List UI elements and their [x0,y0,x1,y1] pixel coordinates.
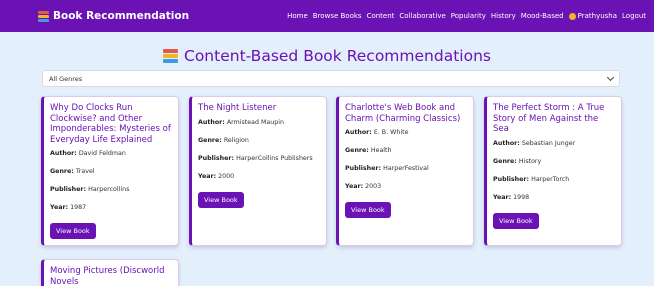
nav-link-mood-based[interactable]: Mood-Based [521,12,564,20]
book-year: Year: 2003 [345,183,382,190]
book-year: Year: 2000 [198,172,235,180]
book-genre: Genre: Religion [198,136,249,144]
book-title[interactable]: Charlotte's Web Book and Charm (Charming… [345,103,466,124]
nav-user[interactable]: Prathyusha [568,12,618,20]
nav-link-popularity[interactable]: Popularity [451,12,486,20]
book-card: The Night Listener Author: Armistead Mau… [189,96,327,246]
book-author: Author: Armistead Maupin [198,118,284,126]
book-author: Author: Sebastian Junger [493,139,576,147]
nav-links: Home Browse Books Content Collaborative … [282,12,646,20]
view-book-button[interactable]: View Book [50,223,96,239]
book-genre: Genre: History [493,157,542,165]
nav-link-history[interactable]: History [491,12,516,20]
view-book-button[interactable]: View Book [493,212,539,229]
user-name: Prathyusha [577,12,618,20]
view-book-button[interactable]: View Book [345,202,391,218]
view-book-button[interactable]: View Book [198,191,244,208]
brand[interactable]: Book Recommendation [38,10,189,22]
book-author: Author: E. B. White [345,129,409,136]
books-icon [163,48,178,64]
navbar: Book Recommendation Home Browse Books Co… [0,0,654,32]
nav-link-content[interactable]: Content [367,12,395,20]
book-publisher: Publisher: Harpercollins [50,186,130,193]
book-title[interactable]: The Perfect Storm : A True Story of Men … [493,103,614,135]
book-publisher: Publisher: HarperTorch [493,175,570,183]
page-title-text: Content-Based Book Recommendations [184,47,491,65]
books-icon [38,10,49,22]
chevron-down-icon [606,73,615,81]
nav-link-browse-books[interactable]: Browse Books [313,12,362,20]
book-card: The Perfect Storm : A True Story of Men … [484,96,622,246]
book-year: Year: 1998 [493,193,530,201]
book-genre: Genre: Travel [50,168,95,175]
book-card: Why Do Clocks Run Clockwise? and Other I… [41,96,179,246]
nav-link-home[interactable]: Home [287,12,308,20]
book-card: Charlotte's Web Book and Charm (Charming… [336,96,474,246]
book-year: Year: 1987 [50,204,87,211]
brand-title: Book Recommendation [53,10,190,22]
genre-select[interactable]: All Genres [42,70,620,87]
genre-select-value: All Genres [49,74,83,83]
nav-link-collaborative[interactable]: Collaborative [399,12,445,20]
book-title[interactable]: Why Do Clocks Run Clockwise? and Other I… [50,103,171,145]
book-title[interactable]: The Night Listener [198,103,319,114]
book-genre: Genre: Health [345,147,392,154]
book-title[interactable]: Moving Pictures (Discworld Novels [50,266,171,286]
page-title: Content-Based Book Recommendations [0,47,654,65]
user-icon [568,12,576,20]
nav-logout[interactable]: Logout [622,12,646,20]
book-card: Moving Pictures (Discworld Novels [41,259,179,286]
book-publisher: Publisher: HarperFestival [345,165,429,172]
book-publisher: Publisher: HarperCollins Publishers [198,154,313,162]
book-author: Author: David Feldman [50,150,126,157]
